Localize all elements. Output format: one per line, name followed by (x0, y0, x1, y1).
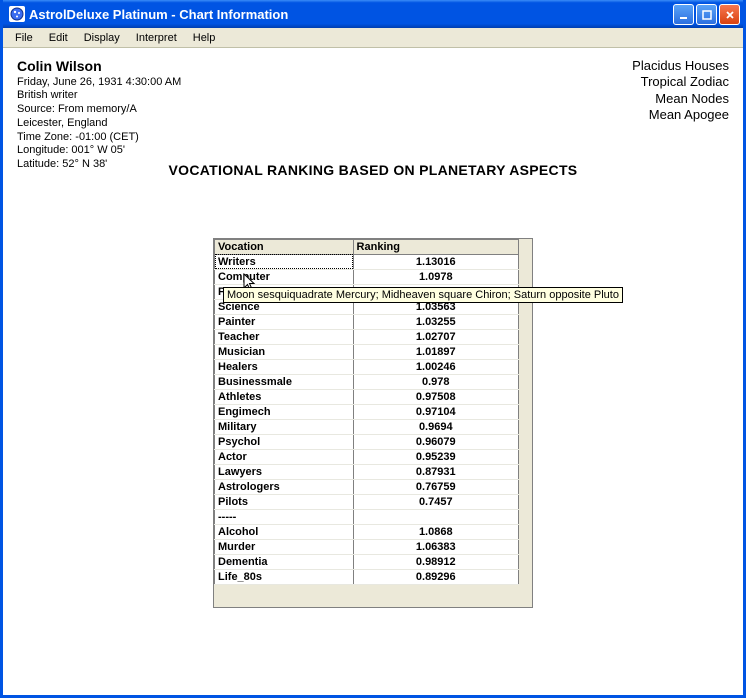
table-row[interactable]: Life_80s0.89296 (215, 569, 519, 584)
table-row[interactable]: Astrologers0.76759 (215, 479, 519, 494)
table-row[interactable]: Lawyers0.87931 (215, 464, 519, 479)
person-lon: Longitude: 001° W 05' (17, 144, 181, 158)
menu-edit[interactable]: Edit (41, 30, 76, 46)
menubar: File Edit Display Interpret Help (3, 28, 743, 48)
window-title: AstrolDeluxe Platinum - Chart Informatio… (29, 7, 673, 22)
ranking-cell[interactable]: 1.06383 (353, 539, 518, 554)
table-row[interactable]: Healers1.00246 (215, 359, 519, 374)
setting-apogee: Mean Apogee (632, 107, 729, 123)
menu-interpret[interactable]: Interpret (128, 30, 185, 46)
table-row[interactable]: Computer1.0978 (215, 269, 519, 284)
vocation-cell[interactable]: Military (215, 419, 354, 434)
table-row[interactable]: Businessmale0.978 (215, 374, 519, 389)
settings-block: Placidus Houses Tropical Zodiac Mean Nod… (632, 58, 729, 172)
ranking-cell[interactable]: 0.97104 (353, 404, 518, 419)
ranking-cell[interactable]: 1.0978 (353, 269, 518, 284)
menu-help[interactable]: Help (185, 30, 224, 46)
vocation-cell[interactable]: Writers (215, 254, 354, 269)
table-row[interactable]: Musician1.01897 (215, 344, 519, 359)
ranking-cell[interactable]: 0.89296 (353, 569, 518, 584)
person-place: Leicester, England (17, 117, 181, 131)
table-row[interactable]: Military0.9694 (215, 419, 519, 434)
app-window: AstrolDeluxe Platinum - Chart Informatio… (0, 0, 746, 698)
content-area: Colin Wilson Friday, June 26, 1931 4:30:… (3, 48, 743, 695)
vocation-cell[interactable]: Computer (215, 269, 354, 284)
person-datetime: Friday, June 26, 1931 4:30:00 AM (17, 76, 181, 90)
ranking-cell[interactable]: 0.98912 (353, 554, 518, 569)
close-button[interactable] (719, 4, 740, 25)
ranking-cell[interactable]: 1.13016 (353, 254, 518, 269)
ranking-cell[interactable]: 0.96079 (353, 434, 518, 449)
setting-nodes: Mean Nodes (632, 91, 729, 107)
setting-houses: Placidus Houses (632, 58, 729, 74)
table-row[interactable]: Murder1.06383 (215, 539, 519, 554)
vocation-cell[interactable]: Dementia (215, 554, 354, 569)
vocation-cell[interactable]: Athletes (215, 389, 354, 404)
vocation-cell[interactable]: Engimech (215, 404, 354, 419)
table-row[interactable]: Painter1.03255 (215, 314, 519, 329)
table-wrap: Vocation Ranking Writers1.13016Computer1… (213, 238, 533, 608)
ranking-cell[interactable]: 1.01897 (353, 344, 518, 359)
table-row[interactable]: Writers1.13016 (215, 254, 519, 269)
person-name: Colin Wilson (17, 58, 181, 76)
menu-display[interactable]: Display (76, 30, 128, 46)
menu-file[interactable]: File (7, 30, 41, 46)
vocation-cell[interactable]: Actor (215, 449, 354, 464)
ranking-cell[interactable] (353, 509, 518, 524)
ranking-cell[interactable]: 1.00246 (353, 359, 518, 374)
table-row[interactable]: ----- (215, 509, 519, 524)
app-icon (9, 6, 25, 22)
table-row[interactable]: Psychol0.96079 (215, 434, 519, 449)
person-desc: British writer (17, 89, 181, 103)
setting-zodiac: Tropical Zodiac (632, 74, 729, 90)
table-row[interactable]: Pilots0.7457 (215, 494, 519, 509)
vocation-cell[interactable]: ----- (215, 509, 354, 524)
ranking-cell[interactable]: 1.02707 (353, 329, 518, 344)
col-ranking[interactable]: Ranking (353, 239, 518, 254)
vocation-cell[interactable]: Murder (215, 539, 354, 554)
col-vocation[interactable]: Vocation (215, 239, 354, 254)
person-lat: Latitude: 52° N 38' (17, 158, 181, 172)
person-block: Colin Wilson Friday, June 26, 1931 4:30:… (17, 58, 181, 172)
ranking-cell[interactable]: 0.76759 (353, 479, 518, 494)
ranking-cell[interactable]: 0.97508 (353, 389, 518, 404)
table-row[interactable]: Actor0.95239 (215, 449, 519, 464)
vocation-cell[interactable]: Alcohol (215, 524, 354, 539)
person-tz: Time Zone: -01:00 (CET) (17, 131, 181, 145)
minimize-button[interactable] (673, 4, 694, 25)
window-controls (673, 3, 740, 25)
vocation-cell[interactable]: Businessmale (215, 374, 354, 389)
vocation-cell[interactable]: Life_80s (215, 569, 354, 584)
ranking-cell[interactable]: 0.7457 (353, 494, 518, 509)
titlebar[interactable]: AstrolDeluxe Platinum - Chart Informatio… (3, 0, 743, 28)
ranking-cell[interactable]: 0.978 (353, 374, 518, 389)
vocation-cell[interactable]: Psychol (215, 434, 354, 449)
vocation-cell[interactable]: Musician (215, 344, 354, 359)
ranking-cell[interactable]: 0.95239 (353, 449, 518, 464)
table-row[interactable]: Alcohol1.0868 (215, 524, 519, 539)
table-row[interactable]: Engimech0.97104 (215, 404, 519, 419)
table-row[interactable]: Teacher1.02707 (215, 329, 519, 344)
vocation-cell[interactable]: Pilots (215, 494, 354, 509)
vocation-cell[interactable]: Astrologers (215, 479, 354, 494)
vocation-cell[interactable]: Painter (215, 314, 354, 329)
person-source: Source: From memory/A (17, 103, 181, 117)
vocation-cell[interactable]: Healers (215, 359, 354, 374)
ranking-cell[interactable]: 1.0868 (353, 524, 518, 539)
ranking-cell[interactable]: 0.87931 (353, 464, 518, 479)
table-row[interactable]: Athletes0.97508 (215, 389, 519, 404)
ranking-cell[interactable]: 1.03255 (353, 314, 518, 329)
tooltip: Moon sesquiquadrate Mercury; Midheaven s… (223, 287, 623, 303)
ranking-cell[interactable]: 0.9694 (353, 419, 518, 434)
vocation-cell[interactable]: Teacher (215, 329, 354, 344)
vocation-cell[interactable]: Lawyers (215, 464, 354, 479)
maximize-button[interactable] (696, 4, 717, 25)
table-row[interactable]: Dementia0.98912 (215, 554, 519, 569)
